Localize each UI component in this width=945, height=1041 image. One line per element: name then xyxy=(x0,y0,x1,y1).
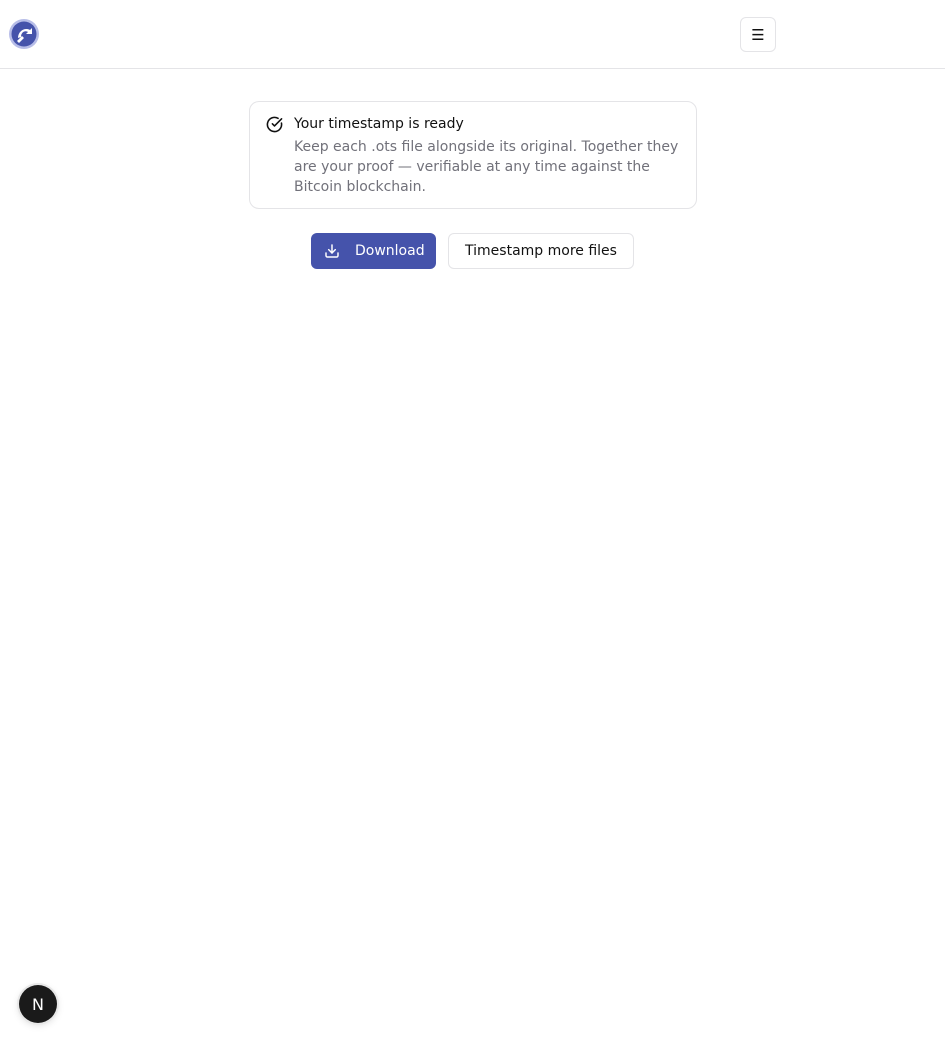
notice-title: Your timestamp is ready xyxy=(294,116,464,132)
download-label: Download xyxy=(355,243,425,259)
top-header: ☰ xyxy=(0,0,945,69)
check-circle-icon xyxy=(266,116,283,133)
notice-description: Keep each .ots file alongside its origin… xyxy=(294,139,679,195)
logo-icon[interactable] xyxy=(8,18,40,50)
menu-button[interactable]: ☰ xyxy=(740,17,776,52)
timestamp-more-files-button[interactable]: Timestamp more files xyxy=(448,233,634,269)
download-icon xyxy=(324,243,340,259)
download-button[interactable]: Download xyxy=(311,233,436,269)
hamburger-menu-icon: ☰ xyxy=(751,25,765,44)
dev-badge-letter: N xyxy=(32,994,44,1014)
timestamp-ready-notice: Your timestamp is ready Keep each .ots f… xyxy=(249,101,697,209)
dev-tools-badge[interactable]: N xyxy=(19,985,57,1023)
